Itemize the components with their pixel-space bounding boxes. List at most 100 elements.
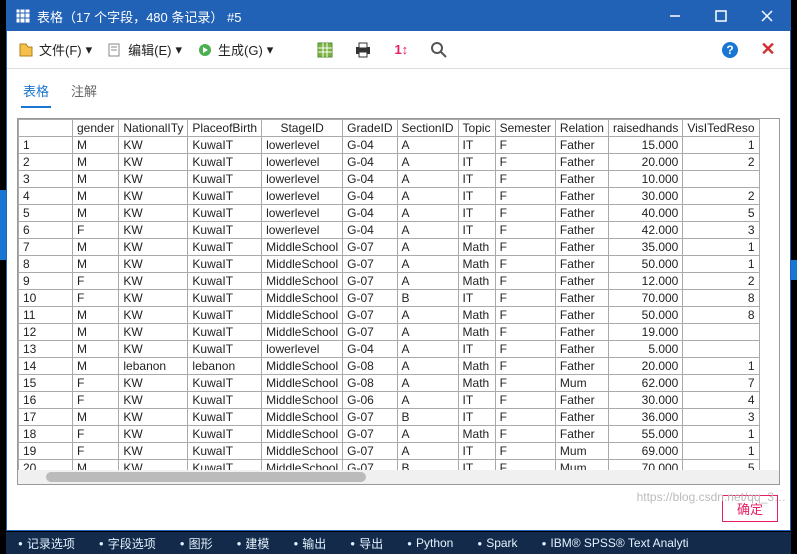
row-number-cell[interactable]: 20 [19, 460, 73, 471]
cell[interactable]: 40.000 [608, 205, 682, 222]
cell[interactable]: 2 [683, 154, 759, 171]
table-row[interactable]: 20MKWKuwaITMiddleSchoolG-07BITFMum70.000… [19, 460, 760, 471]
cell[interactable]: Father [555, 341, 608, 358]
cell[interactable]: 19.000 [608, 324, 682, 341]
cell[interactable]: M [73, 137, 119, 154]
cell[interactable]: 8 [683, 290, 759, 307]
cell[interactable]: 1 [683, 426, 759, 443]
sort-button[interactable]: 1↕ [389, 38, 413, 62]
table-row[interactable]: 4MKWKuwaITlowerlevelG-04AITFFather30.000… [19, 188, 760, 205]
cell[interactable]: MiddleSchool [262, 375, 343, 392]
generate-menu[interactable]: 生成(G) ▾ [196, 40, 273, 59]
cell[interactable]: Math [458, 375, 495, 392]
cell[interactable]: M [73, 239, 119, 256]
table-row[interactable]: 13MKWKuwaITlowerlevelG-04AITFFather5.000 [19, 341, 760, 358]
table-row[interactable]: 1MKWKuwaITlowerlevelG-04AITFFather15.000… [19, 137, 760, 154]
cell[interactable]: F [495, 443, 555, 460]
cell[interactable]: F [495, 222, 555, 239]
cell[interactable]: IT [458, 222, 495, 239]
tab-annotate[interactable]: 注解 [69, 77, 99, 108]
cell[interactable]: KW [119, 307, 188, 324]
cell[interactable]: G-04 [343, 205, 397, 222]
cell[interactable]: Math [458, 307, 495, 324]
cell[interactable]: KW [119, 392, 188, 409]
table-row[interactable]: 3MKWKuwaITlowerlevelG-04AITFFather10.000 [19, 171, 760, 188]
cell[interactable]: Mum [555, 443, 608, 460]
cell[interactable]: F [495, 256, 555, 273]
cell[interactable]: G-08 [343, 375, 397, 392]
table-row[interactable]: 15FKWKuwaITMiddleSchoolG-08AMathFMum62.0… [19, 375, 760, 392]
cell[interactable]: Math [458, 358, 495, 375]
column-header[interactable]: Semester [495, 120, 555, 137]
cell[interactable]: KW [119, 154, 188, 171]
cell[interactable]: G-07 [343, 443, 397, 460]
column-header[interactable]: NationalITy [119, 120, 188, 137]
cell[interactable]: 12.000 [608, 273, 682, 290]
table-row[interactable]: 11MKWKuwaITMiddleSchoolG-07AMathFFather5… [19, 307, 760, 324]
cell[interactable]: KuwaIT [188, 443, 262, 460]
table-row[interactable]: 19FKWKuwaITMiddleSchoolG-07AITFMum69.000… [19, 443, 760, 460]
cell[interactable]: A [397, 358, 458, 375]
cell[interactable]: G-07 [343, 273, 397, 290]
cell[interactable]: KuwaIT [188, 205, 262, 222]
row-number-cell[interactable]: 15 [19, 375, 73, 392]
cell[interactable]: M [73, 358, 119, 375]
cell[interactable]: KW [119, 273, 188, 290]
cell[interactable]: A [397, 426, 458, 443]
taskbar-item[interactable]: ●IBM® SPSS® Text Analyti [542, 536, 689, 550]
cell[interactable]: Father [555, 409, 608, 426]
cell[interactable]: 62.000 [608, 375, 682, 392]
cell[interactable]: G-04 [343, 341, 397, 358]
edit-menu[interactable]: 编辑(E) ▾ [106, 40, 182, 59]
cell[interactable]: 4 [683, 392, 759, 409]
cell[interactable]: 1 [683, 137, 759, 154]
cell[interactable]: M [73, 171, 119, 188]
cell[interactable]: F [495, 358, 555, 375]
table-row[interactable]: 6FKWKuwaITlowerlevelG-04AITFFather42.000… [19, 222, 760, 239]
taskbar-item[interactable]: ●字段选项 [99, 535, 156, 552]
cell[interactable]: M [73, 307, 119, 324]
cell[interactable]: KW [119, 205, 188, 222]
cell[interactable]: IT [458, 409, 495, 426]
cell[interactable]: KW [119, 443, 188, 460]
cell[interactable]: B [397, 409, 458, 426]
cell[interactable]: Mum [555, 460, 608, 471]
cell[interactable]: M [73, 205, 119, 222]
cell[interactable]: F [495, 239, 555, 256]
cell[interactable]: KuwaIT [188, 171, 262, 188]
cell[interactable]: G-04 [343, 188, 397, 205]
cell[interactable]: 20.000 [608, 154, 682, 171]
row-number-cell[interactable]: 19 [19, 443, 73, 460]
maximize-button[interactable] [698, 1, 744, 31]
grid-tool-button[interactable] [313, 38, 337, 62]
cell[interactable]: IT [458, 392, 495, 409]
cell[interactable]: KW [119, 239, 188, 256]
cell[interactable]: G-04 [343, 222, 397, 239]
cell[interactable]: F [495, 307, 555, 324]
cell[interactable] [683, 341, 759, 358]
cell[interactable]: IT [458, 460, 495, 471]
horizontal-scrollbar[interactable] [18, 470, 779, 484]
column-header[interactable]: Relation [555, 120, 608, 137]
row-number-cell[interactable]: 8 [19, 256, 73, 273]
cell[interactable]: A [397, 324, 458, 341]
column-header[interactable]: SectionID [397, 120, 458, 137]
column-header[interactable]: GradeID [343, 120, 397, 137]
cell[interactable]: Father [555, 426, 608, 443]
cell[interactable]: 70.000 [608, 460, 682, 471]
cell[interactable]: MiddleSchool [262, 239, 343, 256]
cell[interactable]: MiddleSchool [262, 290, 343, 307]
row-number-cell[interactable]: 1 [19, 137, 73, 154]
cell[interactable]: lowerlevel [262, 154, 343, 171]
cell[interactable]: lowerlevel [262, 222, 343, 239]
cell[interactable]: F [495, 273, 555, 290]
cell[interactable]: KW [119, 460, 188, 471]
cell[interactable]: KuwaIT [188, 290, 262, 307]
cell[interactable]: M [73, 409, 119, 426]
cell[interactable]: KuwaIT [188, 460, 262, 471]
cell[interactable]: Father [555, 239, 608, 256]
cell[interactable]: MiddleSchool [262, 273, 343, 290]
row-number-cell[interactable]: 14 [19, 358, 73, 375]
column-header[interactable]: PlaceofBirth [188, 120, 262, 137]
cell[interactable]: 30.000 [608, 392, 682, 409]
